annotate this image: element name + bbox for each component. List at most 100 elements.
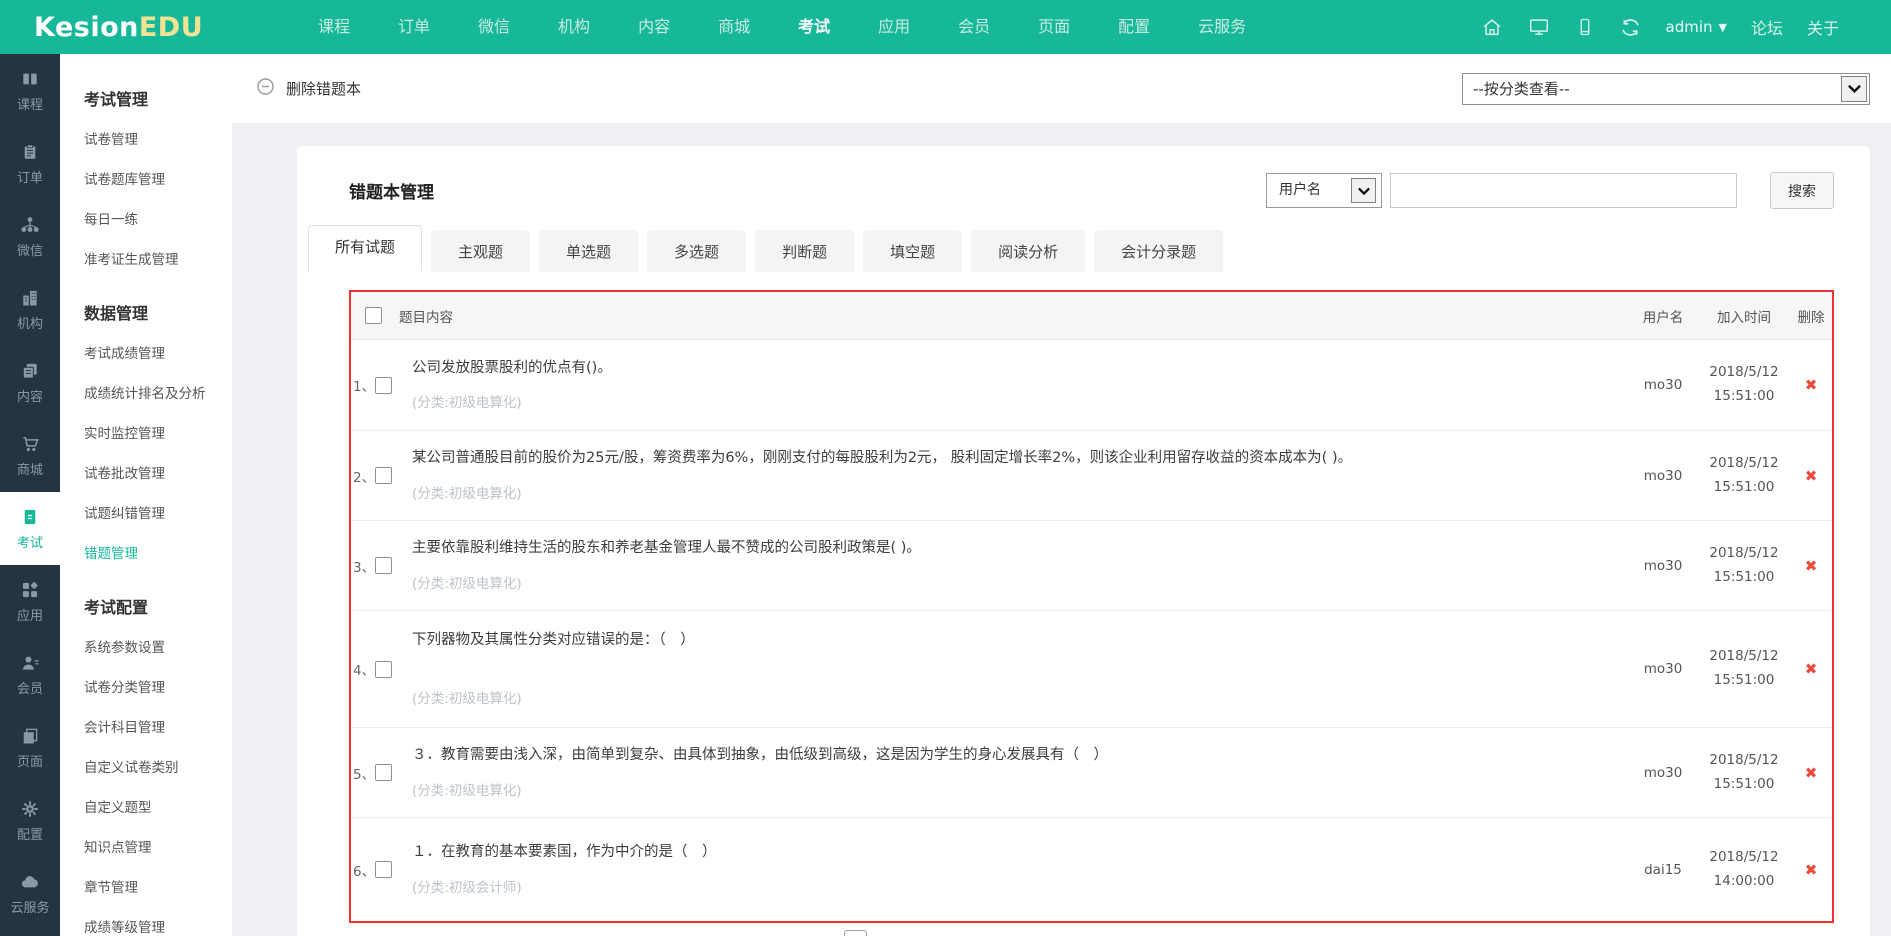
- submenu-item-admission-ticket[interactable]: 准考证生成管理: [60, 238, 232, 278]
- delete-row-icon[interactable]: ✖: [1805, 861, 1818, 879]
- row-username: mo30: [1643, 661, 1683, 677]
- submenu-item-custom-question-type[interactable]: 自定义题型: [60, 786, 232, 826]
- row-checkbox[interactable]: [375, 467, 392, 484]
- table-row: 6、 １．在教育的基本要素国，作为中介的是（ ） (分类:初级会计师) dai1…: [351, 817, 1832, 921]
- select-all-checkbox[interactable]: [365, 307, 382, 324]
- submenu-item-knowledge-points[interactable]: 知识点管理: [60, 826, 232, 866]
- submenu-item-daily-practice[interactable]: 每日一练: [60, 198, 232, 238]
- submenu-item-paper-category[interactable]: 试卷分类管理: [60, 666, 232, 706]
- submenu-section-exam-management: 考试管理 试卷管理 试卷题库管理 每日一练 准考证生成管理: [60, 74, 232, 278]
- forum-link[interactable]: 论坛: [1751, 15, 1783, 39]
- search-input[interactable]: [1390, 173, 1737, 208]
- question-text: 下列器物及其属性分类对应错误的是：（ ）: [412, 632, 695, 649]
- nav-item-institutions[interactable]: 机构: [558, 0, 590, 54]
- home-icon[interactable]: [1481, 16, 1503, 38]
- tab-true-false[interactable]: 判断题: [755, 230, 855, 272]
- search-button[interactable]: 搜索: [1770, 172, 1834, 209]
- tab-reading-analysis[interactable]: 阅读分析: [971, 230, 1086, 272]
- mobile-icon[interactable]: [1575, 16, 1595, 38]
- row-checkbox[interactable]: [375, 861, 392, 878]
- submenu-item-paper-management[interactable]: 试卷管理: [60, 118, 232, 158]
- refresh-icon[interactable]: [1619, 16, 1642, 39]
- nav-item-members[interactable]: 会员: [958, 0, 990, 54]
- sidebar-item-orders[interactable]: 订单: [0, 127, 60, 200]
- tab-accounting-entry[interactable]: 会计分录题: [1094, 230, 1224, 272]
- sidebar-item-mall[interactable]: 商城: [0, 419, 60, 492]
- about-link[interactable]: 关于: [1807, 15, 1839, 39]
- submenu-item-system-params[interactable]: 系统参数设置: [60, 626, 232, 666]
- row-checkbox[interactable]: [375, 660, 392, 678]
- row-username: mo30: [1643, 467, 1683, 484]
- submenu-section-title: 考试管理: [84, 90, 149, 109]
- nav-item-mall[interactable]: 商城: [718, 0, 750, 54]
- delete-wrong-book-button[interactable]: 删除错题本: [256, 77, 361, 100]
- nav-item-apps[interactable]: 应用: [878, 0, 910, 54]
- column-header-delete: 删除: [1797, 309, 1825, 326]
- submenu-item-exam-scores[interactable]: 考试成绩管理: [60, 332, 232, 372]
- search-field-select[interactable]: 用户名: [1266, 173, 1382, 208]
- row-checkbox[interactable]: [375, 376, 392, 394]
- tab-fill-blank[interactable]: 填空题: [863, 230, 963, 272]
- wrong-question-table: 题目内容 用户名 加入时间 删除 1、 公司发放股票股利的优点有()。 (分类:…: [349, 290, 1834, 923]
- sidebar-item-courses[interactable]: 课程: [0, 54, 60, 127]
- share-nodes-icon: [20, 215, 40, 235]
- nav-item-pages[interactable]: 页面: [1038, 0, 1070, 54]
- submenu-item-error-correction[interactable]: 试题纠错管理: [60, 492, 232, 532]
- delete-row-icon[interactable]: ✖: [1805, 557, 1818, 575]
- question-text: １．在教育的基本要素国，作为中介的是（ ）: [412, 844, 717, 861]
- delete-row-icon[interactable]: ✖: [1805, 660, 1818, 678]
- sidebar-item-content[interactable]: 内容: [0, 346, 60, 419]
- submenu-item-realtime-monitor[interactable]: 实时监控管理: [60, 412, 232, 452]
- pagination-checkbox-partial[interactable]: [844, 930, 867, 936]
- submenu-item-score-ranking[interactable]: 成绩统计排名及分析: [60, 372, 232, 412]
- nav-item-exam[interactable]: 考试: [798, 0, 830, 54]
- submenu-item-wrong-question-management[interactable]: 错题管理: [60, 532, 232, 572]
- tab-subjective[interactable]: 主观题: [431, 230, 531, 272]
- category-filter-select[interactable]: --按分类查看--: [1462, 72, 1870, 105]
- sidebar-item-config[interactable]: 配置: [0, 784, 60, 857]
- question-category: (分类:初级电算化): [412, 782, 522, 799]
- table-row: 5、 ３．教育需要由浅入深，由简单到复杂、由具体到抽象，由低级到高级，这是因为学…: [351, 727, 1832, 817]
- sidebar-item-apps[interactable]: 应用: [0, 565, 60, 638]
- question-text: 主要依靠股利维持生活的股东和养老基金管理人最不赞成的公司股利政策是( )。: [412, 540, 921, 557]
- sidebar-item-wechat[interactable]: 微信: [0, 200, 60, 273]
- submenu-item-accounting-subjects[interactable]: 会计科目管理: [60, 706, 232, 746]
- question-type-tabs: 所有试题 主观题 单选题 多选题 判断题 填空题 阅读分析 会计分录题: [297, 209, 1870, 272]
- submenu-item-grade-levels[interactable]: 成绩等级管理: [60, 906, 232, 936]
- nav-item-orders[interactable]: 订单: [398, 0, 430, 54]
- delete-row-icon[interactable]: ✖: [1805, 764, 1818, 782]
- tab-multiple-choice[interactable]: 多选题: [647, 230, 747, 272]
- clipboard-icon: [21, 142, 39, 162]
- exam-file-icon: [21, 507, 39, 527]
- nav-item-courses[interactable]: 课程: [318, 0, 350, 54]
- table-row: 1、 公司发放股票股利的优点有()。 (分类:初级电算化) mo30 2018/…: [353, 359, 1818, 412]
- nav-item-config[interactable]: 配置: [1118, 0, 1150, 54]
- submenu-section-data-management: 数据管理 考试成绩管理 成绩统计排名及分析 实时监控管理 试卷批改管理 试题纠错…: [60, 288, 232, 572]
- nav-item-wechat[interactable]: 微信: [478, 0, 510, 54]
- nav-item-cloud[interactable]: 云服务: [1198, 0, 1246, 54]
- question-text: 公司发放股票股利的优点有()。: [412, 359, 612, 376]
- submenu-item-question-bank[interactable]: 试卷题库管理: [60, 158, 232, 198]
- sidebar-item-institutions[interactable]: 机构: [0, 273, 60, 346]
- nav-item-content[interactable]: 内容: [638, 0, 670, 54]
- submenu-item-paper-grading[interactable]: 试卷批改管理: [60, 452, 232, 492]
- row-checkbox[interactable]: [375, 764, 392, 781]
- desktop-icon[interactable]: [1527, 16, 1551, 38]
- row-username: mo30: [1643, 557, 1683, 574]
- admin-menu[interactable]: admin ▼: [1666, 18, 1727, 36]
- submenu-item-chapter-management[interactable]: 章节管理: [60, 866, 232, 906]
- tab-single-choice[interactable]: 单选题: [539, 230, 639, 272]
- tab-all-questions[interactable]: 所有试题: [308, 225, 423, 272]
- sidebar-item-members[interactable]: 会员: [0, 638, 60, 711]
- sidebar-item-exam[interactable]: 考试: [0, 492, 60, 565]
- question-text: ３．教育需要由浅入深，由简单到复杂、由具体到抽象，由低级到高级，这是因为学生的身…: [412, 747, 1108, 764]
- sidebar-item-pages[interactable]: 页面: [0, 711, 60, 784]
- chevron-down-icon: ▼: [1718, 20, 1727, 34]
- submenu-item-custom-paper-type[interactable]: 自定义试卷类别: [60, 746, 232, 786]
- delete-row-icon[interactable]: ✖: [1805, 376, 1818, 394]
- row-username: dai15: [1644, 861, 1682, 878]
- delete-row-icon[interactable]: ✖: [1805, 467, 1818, 485]
- row-checkbox[interactable]: [375, 557, 392, 574]
- row-time: 2018/5/12 15:51:00: [1709, 454, 1779, 495]
- sidebar-item-cloud[interactable]: 云服务: [0, 857, 60, 930]
